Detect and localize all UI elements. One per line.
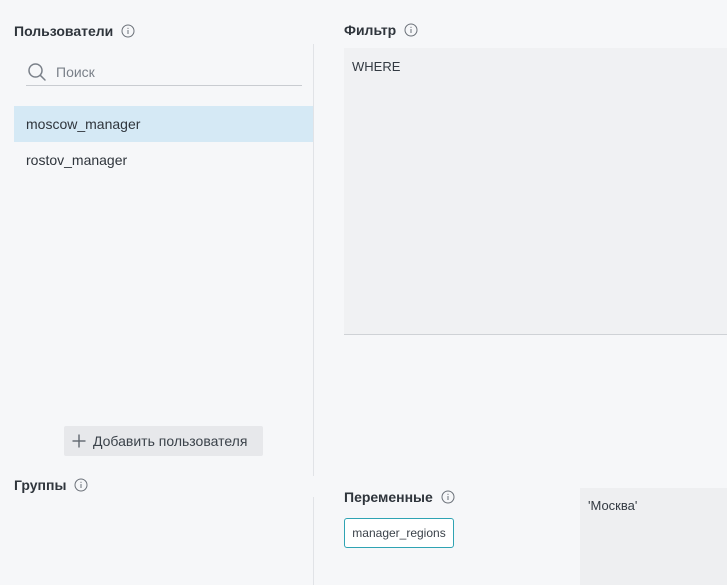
- groups-section-header: Группы: [14, 477, 88, 493]
- plus-icon: [71, 433, 87, 449]
- variable-value-editor[interactable]: 'Москва': [580, 488, 727, 585]
- user-list: moscow_manager rostov_manager: [14, 106, 313, 178]
- list-item-rostov-manager[interactable]: rostov_manager: [14, 142, 313, 178]
- search-input[interactable]: [56, 63, 286, 80]
- search-icon: [27, 62, 47, 82]
- filter-title: Фильтр: [344, 22, 397, 38]
- add-user-label: Добавить пользователя: [93, 433, 248, 449]
- filter-editor[interactable]: WHERE: [344, 48, 727, 335]
- add-user-button[interactable]: Добавить пользователя: [64, 426, 263, 456]
- info-icon[interactable]: [121, 24, 135, 38]
- filter-section-header: Фильтр: [344, 22, 418, 38]
- variable-chip-label: manager_regions: [352, 526, 446, 540]
- list-item-moscow-manager[interactable]: moscow_manager: [14, 106, 313, 142]
- variables-title: Переменные: [344, 489, 433, 505]
- user-search: [26, 58, 302, 86]
- variables-section-header: Переменные: [344, 489, 455, 505]
- column-divider-bottom: [313, 497, 314, 585]
- variable-chip-manager-regions[interactable]: manager_regions: [344, 518, 454, 548]
- column-divider: [313, 44, 314, 476]
- info-icon[interactable]: [74, 478, 88, 492]
- users-section-header: Пользователи: [14, 23, 135, 39]
- variable-value-text: 'Москва': [588, 498, 638, 513]
- groups-title: Группы: [14, 477, 67, 493]
- info-icon[interactable]: [441, 490, 455, 504]
- filter-text: WHERE: [352, 59, 401, 74]
- users-title: Пользователи: [14, 23, 114, 39]
- info-icon[interactable]: [404, 23, 418, 37]
